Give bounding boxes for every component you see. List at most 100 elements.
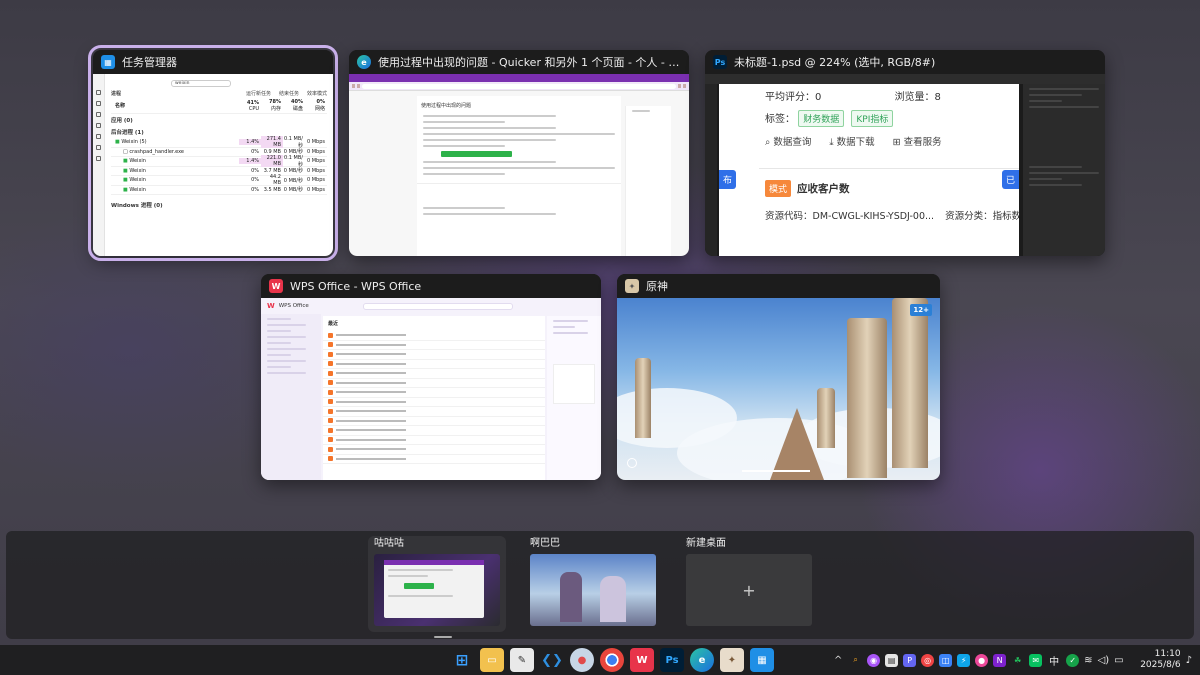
task-manager-preview: weixin 进程 运行新任务 结束任务 效率模式 名称 41% CPU 78% 内… [93,74,333,256]
desktop-1-label: 咕咕咕 [374,538,404,549]
system-tray: ^ ⌕ ◉ ▤ P ◎ ◫ ⚡ ● N ☘ ✉ 中 ✓ ≋ ◁) ▭ 11:10… [832,645,1200,675]
ps-resource-code: 资源代码：DM-CWGL-KIHS-YSDJ-00... [765,211,935,222]
photoshop-taskbar-icon[interactable]: Ps [660,648,684,672]
search-tray-icon[interactable]: ⌕ [849,654,862,667]
windows-start-icon[interactable]: ⊞ [450,648,474,672]
edge-title: 使用过程中出现的问题 - Quicker 和另外 1 个页面 - 个人 - Mi… [378,56,681,69]
task-manager-titlebar: ▦ 任务管理器 [93,50,333,74]
chrome-icon[interactable] [600,648,624,672]
file-explorer-icon[interactable]: ▭ [480,648,504,672]
table-row: ■ Weixin 0% 44.2 MB 0 MB/秒 0 Mbps [111,174,327,186]
window-edge[interactable]: e 使用过程中出现的问题 - Quicker 和另外 1 个页面 - 个人 - … [349,50,689,256]
app-tray-icon-1[interactable]: ◉ [867,653,881,667]
tm-header-label: 进程 [111,90,122,97]
tm-column-header: 名称 41% CPU 78% 内存 40% 磁盘 0% 网络 [111,98,327,114]
search-icon: ⌕ [765,137,771,148]
ps-views: 浏览量：8 [894,92,941,103]
desktop-2-label: 啊巴巴 [530,538,560,549]
table-row: ■ Weixin 0% 3.5 MB 0 MB/秒 0 Mbps [111,186,327,195]
desktop-2[interactable]: 啊巴巴 [524,536,662,632]
service-icon: ⊞ [892,137,901,148]
tm-efficiency: 效率模式 [306,90,327,97]
add-desktop-button[interactable]: + [686,554,812,626]
ps-tag-finance: 财务数据 [798,110,845,127]
age-rating-badge: 12+ [910,304,932,316]
photoshop-titlebar: Ps 未标题-1.psd @ 224% (选中, RGB/8#) [705,50,1105,74]
plus-icon: + [742,580,756,600]
wps-taskbar-icon[interactable]: W [630,648,654,672]
wps-title: WPS Office - WPS Office [290,279,422,293]
ps-mode-badge: 模式 [765,180,792,197]
clock[interactable]: 11:10 2025/8/6 [1129,649,1181,671]
tm-group-apps: 应用 (0) [111,118,133,124]
tray-overflow-chevron-icon[interactable]: ^ [832,655,844,666]
ps-action-query: ⌕ 数据查询 [765,137,812,148]
wps-logo-icon: W [267,302,275,310]
app-tray-icon-9[interactable]: ✓ [1066,653,1080,667]
ps-right-badge: 已 [1001,170,1019,189]
ps-card-title: 应收客户数 [797,183,850,195]
app-tray-icon-8[interactable]: ☘ [1011,654,1024,667]
genshin-taskbar-icon[interactable]: ✦ [720,648,744,672]
app-tray-icon-3[interactable]: P [903,653,917,667]
paint-icon[interactable]: ● [570,648,594,672]
tm-group-windows: Windows 进程 (0) [111,203,163,209]
desktop-2-thumbnail [530,554,656,626]
table-row: ■ Weixin 0% 3.7 MB 0 MB/秒 0 Mbps [111,167,327,176]
app-tray-icon-2[interactable]: ▤ [885,653,899,667]
window-genshin[interactable]: ✦ 原神 12+ [617,274,940,480]
window-task-manager[interactable]: ▦ 任务管理器 weixin 进程 运行新任务 结束任务 效率模式 名称 41%… [88,45,338,261]
photoshop-title: 未标题-1.psd @ 224% (选中, RGB/8#) [734,56,936,69]
desktop-1[interactable]: 咕咕咕 [368,536,506,638]
table-row: ■ Weixin 1.4% 221.0 MB 0.1 MB/秒 0 Mbps [111,155,327,168]
tm-end-task: 结束任务 [278,90,299,97]
ps-action-download: ⤓ 数据下载 [829,137,875,148]
ps-left-badge: 布 [719,170,737,189]
edge-taskbar-icon[interactable]: e [690,648,714,672]
onenote-tray-icon[interactable]: N [993,653,1007,667]
notification-bell-icon[interactable]: ♪ [1186,655,1192,666]
task-manager-title: 任务管理器 [122,56,177,69]
volume-icon[interactable]: ◁) [1098,655,1110,666]
task-manager-taskbar-icon[interactable]: ▦ [750,648,774,672]
ps-resource-category: 资源分类：指标数据 [945,211,1019,222]
desktop-1-thumbnail [374,554,500,626]
vscode-icon[interactable]: ❮❯ [540,648,564,672]
edge-preview: 使用过程中出现的问题 [349,74,689,256]
desktop-new-label: 新建桌面 [686,538,726,549]
ps-avg-rating: 平均评分：0 [765,92,822,103]
info-icon [627,458,637,468]
tm-run-new-task: 运行新任务 [245,90,271,97]
wechat-tray-icon[interactable]: ✉ [1029,653,1043,667]
taskbar-apps: ⊞ ▭ ✎ ❮❯ ● W Ps e ✦ ▦ [450,648,774,672]
task-manager-icon: ▦ [101,55,115,69]
ime-indicator[interactable]: 中 [1047,653,1061,668]
wps-recent-heading: 最近 [328,321,339,327]
app-tray-icon-7[interactable]: ● [975,653,989,667]
ps-action-service: ⊞ 查看服务 [892,137,942,148]
taskbar: ⊞ ▭ ✎ ❮❯ ● W Ps e ✦ ▦ ^ ⌕ ◉ ▤ P ◎ ◫ ⚡ ● … [0,645,1200,675]
table-row: ■ Weixin (5) 1.4% 271.4 MB 0.1 MB/秒 0 Mbps [111,136,327,149]
app-tray-icon-6[interactable]: ⚡ [957,653,971,667]
genshin-titlebar: ✦ 原神 [617,274,940,298]
notepad-icon[interactable]: ✎ [510,648,534,672]
window-wps[interactable]: W WPS Office - WPS Office W WPS Office 最… [261,274,601,480]
clock-time: 11:10 [1154,649,1181,659]
wps-titlebar: W WPS Office - WPS Office [261,274,601,298]
ps-tag-kpi: KPI指标 [851,110,894,127]
genshin-title: 原神 [646,280,668,293]
app-tray-icon-4[interactable]: ◎ [921,653,935,667]
download-icon: ⤓ [829,137,834,148]
window-photoshop[interactable]: Ps 未标题-1.psd @ 224% (选中, RGB/8#) 平均评分：0 … [705,50,1105,256]
photoshop-preview: 平均评分：0 浏览量：8 标签： 财务数据 KPI指标 ⌕ 数据查询 ⤓ 数据下… [705,74,1105,256]
genshin-preview: 12+ [617,298,940,480]
app-tray-icon-5[interactable]: ◫ [939,653,953,667]
tm-search-box: weixin [171,79,231,87]
task-manager-sidebar [93,74,105,256]
wifi-icon[interactable]: ≋ [1084,655,1092,666]
edge-titlebar: e 使用过程中出现的问题 - Quicker 和另外 1 个页面 - 个人 - … [349,50,689,74]
battery-icon[interactable]: ▭ [1114,655,1123,666]
wps-preview: W WPS Office 最近 [261,298,601,480]
desktop-new[interactable]: 新建桌面 + [680,536,818,632]
clock-date: 2025/8/6 [1140,660,1181,670]
